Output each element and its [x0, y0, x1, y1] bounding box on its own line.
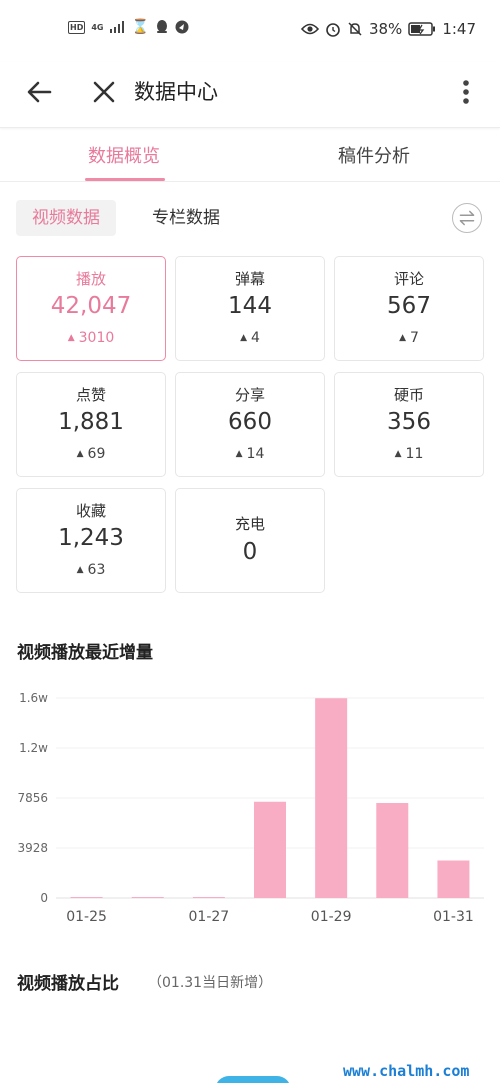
back-arrow-icon[interactable] [22, 74, 58, 110]
stat-delta-value: 14 [246, 446, 265, 462]
swap-icon[interactable] [452, 203, 482, 233]
stat-delta-value: 4 [251, 330, 260, 346]
stat-delta-value: 7 [410, 330, 419, 346]
x-tick-label: 01-25 [66, 909, 107, 925]
battery-percent: 38% [368, 20, 403, 38]
signal-icon [110, 21, 125, 33]
watermark: www.chalmh.com [343, 1062, 470, 1080]
stat-delta: ▲ 3010 [17, 330, 165, 346]
stat-label: 分享 [234, 386, 265, 404]
eye-icon [300, 23, 319, 35]
y-tick-label: 7856 [17, 791, 48, 805]
stat-card-charge[interactable]: 充电 0 [175, 488, 325, 593]
app-bar: 数据中心 [0, 62, 500, 128]
bar-01-28[interactable] [254, 801, 286, 898]
stat-delta-value: 69 [87, 446, 106, 462]
close-icon[interactable] [86, 74, 122, 110]
clock-time: 1:47 [442, 20, 476, 38]
up-triangle-icon: ▲ [240, 333, 247, 343]
stat-label: 播放 [75, 270, 106, 288]
stat-card-likes[interactable]: 点赞 1,881 ▲ 69 [16, 372, 166, 477]
stat-value: 0 [242, 539, 258, 565]
mute-bell-icon [348, 22, 362, 36]
stat-label: 充电 [234, 515, 265, 533]
stat-value: 660 [228, 409, 272, 435]
network-type: 4G [91, 22, 104, 32]
stat-card-comments[interactable]: 评论 567 ▲ 7 [334, 256, 484, 361]
hourglass-icon: ⌛ [131, 19, 149, 35]
stat-value: 1,243 [58, 525, 124, 551]
page-title: 数据中心 [134, 80, 218, 104]
x-tick-label: 01-31 [433, 909, 474, 925]
stat-card-shares[interactable]: 分享 660 ▲ 14 [175, 372, 325, 477]
subtab-video-data[interactable]: 视频数据 [16, 200, 116, 236]
stat-value: 144 [228, 293, 272, 319]
chart-section-title: 视频播放最近增量 [17, 643, 153, 663]
pie-chart-peek [215, 1076, 291, 1083]
stat-delta: ▲ 11 [335, 446, 483, 462]
subtab-column-data[interactable]: 专栏数据 [136, 200, 236, 236]
ratio-section-title: 视频播放占比 [17, 974, 119, 994]
bar-01-30[interactable] [376, 803, 409, 898]
bar-01-26[interactable] [131, 897, 164, 898]
up-triangle-icon: ▲ [394, 449, 402, 459]
status-left-icons: HD 4G ⌛ [68, 20, 189, 34]
ratio-section-note: （01.31当日新增） [148, 975, 273, 991]
stat-delta: ▲ 7 [335, 330, 483, 346]
y-tick-label: 3928 [17, 841, 48, 855]
up-triangle-icon: ▲ [76, 449, 84, 459]
bar-01-31[interactable] [437, 860, 470, 899]
stat-card-play[interactable]: 播放 42,047 ▲ 3010 [16, 256, 166, 361]
stat-value: 567 [387, 293, 431, 319]
stat-delta: ▲ 63 [17, 562, 165, 578]
play-increment-bar-chart: 0 3928 7856 1.2w 1.6w 01-25 01-27 01-29 01-31 [17, 691, 484, 925]
stat-delta-value: 3010 [78, 330, 115, 346]
app-notification-icon [175, 20, 189, 34]
stat-delta-value: 63 [87, 562, 106, 578]
stat-label: 硬币 [393, 386, 424, 404]
up-triangle-icon: ▲ [76, 565, 84, 575]
stat-delta: ▲ 69 [17, 446, 165, 462]
stat-card-coins[interactable]: 硬币 356 ▲ 11 [334, 372, 484, 477]
more-options-icon[interactable] [452, 74, 480, 110]
status-right-icons: 38% 1:47 [300, 20, 476, 38]
stat-label: 收藏 [75, 502, 106, 520]
y-tick-label: 1.2w [19, 741, 48, 755]
stat-card-danmaku[interactable]: 弹幕 144 ▲ 4 [175, 256, 325, 361]
y-tick-label: 1.6w [19, 691, 48, 705]
up-triangle-icon: ▲ [235, 449, 243, 459]
qq-icon [156, 20, 167, 33]
stat-label: 点赞 [75, 386, 106, 404]
up-triangle-icon: ▲ [67, 333, 75, 343]
bar-01-27[interactable] [192, 897, 225, 898]
stat-delta: ▲ 4 [176, 330, 324, 346]
stat-value: 1,881 [58, 409, 124, 435]
status-bar: HD 4G ⌛ 38% 1:47 [0, 0, 500, 62]
stat-card-favorites[interactable]: 收藏 1,243 ▲ 63 [16, 488, 166, 593]
up-triangle-icon: ▲ [399, 333, 406, 343]
stat-label: 评论 [393, 270, 424, 288]
alarm-icon [326, 23, 340, 37]
stat-label: 弹幕 [234, 270, 265, 288]
tab-overview[interactable]: 数据概览 [88, 142, 160, 168]
stat-delta: ▲ 14 [176, 446, 324, 462]
stat-value: 356 [387, 409, 431, 435]
stat-value: 42,047 [50, 293, 132, 319]
tab-manuscript-analysis[interactable]: 稿件分析 [338, 142, 410, 168]
main-tabs: 数据概览 稿件分析 [0, 130, 500, 182]
tab-indicator [85, 178, 165, 181]
stat-delta-value: 11 [405, 446, 424, 462]
battery-icon [408, 22, 436, 36]
bar-01-25[interactable] [70, 897, 103, 898]
y-tick-label: 0 [40, 891, 48, 905]
bar-01-29[interactable] [315, 698, 348, 898]
x-tick-label: 01-27 [189, 909, 230, 925]
x-tick-label: 01-29 [311, 909, 352, 925]
hd-indicator: HD [68, 20, 86, 34]
